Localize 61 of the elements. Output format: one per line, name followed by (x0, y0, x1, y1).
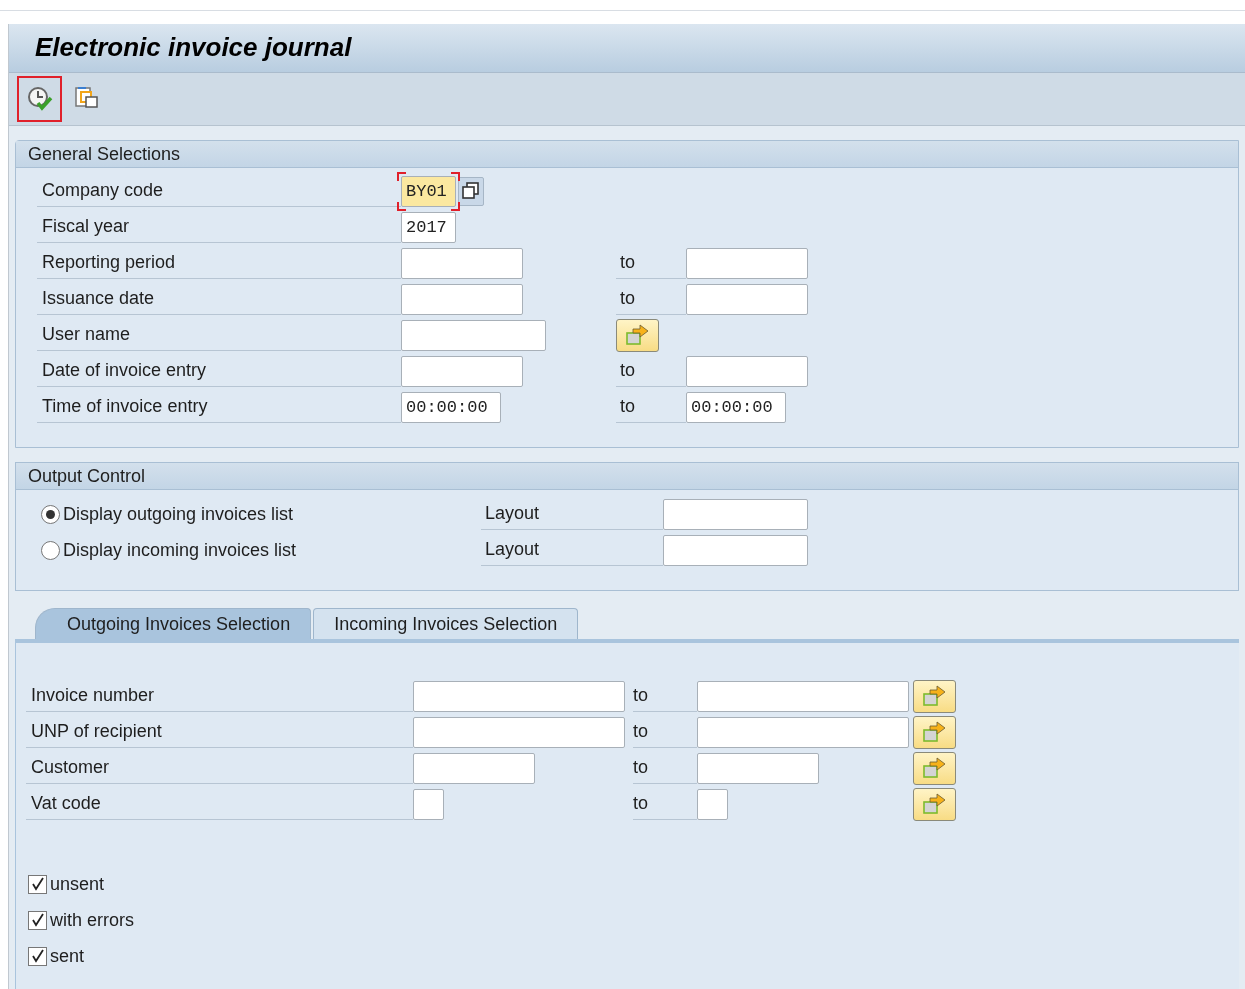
input-field[interactable] (663, 534, 808, 566)
input-field[interactable] (663, 498, 808, 530)
multiple-selection-button[interactable] (913, 787, 956, 821)
radio-button[interactable] (41, 504, 60, 524)
arrow-out-of-box-icon (921, 757, 948, 779)
multiple-selection-button[interactable] (913, 751, 956, 785)
window-title: Electronic invoice journal (35, 31, 352, 65)
checkbox-option[interactable]: with errors (26, 902, 1239, 938)
checkbox-option[interactable]: unsent (26, 866, 1239, 902)
multiple-selection-button[interactable] (616, 318, 659, 352)
field-label: Customer (26, 752, 413, 784)
input-field[interactable] (401, 247, 523, 279)
input-field[interactable] (697, 788, 728, 820)
execute-button[interactable] (17, 75, 62, 122)
arrow-out-of-box-icon (921, 721, 948, 743)
field-label: Company code (37, 175, 401, 207)
checkbox[interactable] (28, 946, 47, 966)
input-field[interactable] (686, 247, 808, 279)
field-label: Time of invoice entry (37, 391, 401, 423)
clock-check-icon (25, 84, 54, 113)
tab[interactable]: Outgoing Invoices Selection (35, 608, 312, 639)
input-field[interactable] (697, 716, 909, 748)
field-label: Fiscal year (37, 211, 401, 243)
input-field[interactable]: 00:00:00 (686, 391, 786, 423)
input-field[interactable] (401, 319, 546, 351)
input-field[interactable] (401, 355, 523, 387)
input-field[interactable] (413, 716, 625, 748)
input-field[interactable] (413, 680, 625, 712)
field-label: Issuance date (37, 283, 401, 315)
field-label: UNP of recipient (26, 716, 413, 748)
field-label: Date of invoice entry (37, 355, 401, 387)
arrow-out-of-box-icon (921, 685, 948, 707)
copy-button[interactable] (458, 176, 484, 206)
input-field[interactable] (697, 752, 819, 784)
tab[interactable]: Incoming Invoices Selection (313, 608, 579, 639)
field-label: Reporting period (37, 247, 401, 279)
input-field[interactable] (413, 752, 535, 784)
multiple-selection-button[interactable] (913, 679, 956, 713)
field-label: Vat code (26, 788, 413, 820)
input-field[interactable] (686, 355, 808, 387)
group-title: Output Control (16, 463, 1238, 490)
input-field[interactable]: BY01 (401, 175, 456, 207)
arrow-out-of-box-icon (624, 324, 651, 346)
arrow-out-of-box-icon (921, 793, 948, 815)
input-field[interactable] (697, 680, 909, 712)
input-field[interactable]: 2017 (401, 211, 456, 243)
input-field[interactable]: 00:00:00 (401, 391, 501, 423)
field-label: User name (37, 319, 401, 351)
checkbox[interactable] (28, 910, 47, 930)
copy-icon (462, 182, 480, 200)
radio-option[interactable]: Display incoming invoices list (41, 536, 481, 564)
input-field[interactable] (686, 283, 808, 315)
input-field[interactable] (413, 788, 444, 820)
radio-option[interactable]: Display outgoing invoices list (41, 500, 481, 528)
checkbox[interactable] (28, 874, 47, 894)
radio-button[interactable] (41, 540, 60, 560)
checkbox-option[interactable]: sent (26, 938, 1239, 974)
multiple-selection-button[interactable] (913, 715, 956, 749)
field-label: Invoice number (26, 680, 413, 712)
group-title: General Selections (16, 141, 1238, 168)
input-field[interactable] (401, 283, 523, 315)
